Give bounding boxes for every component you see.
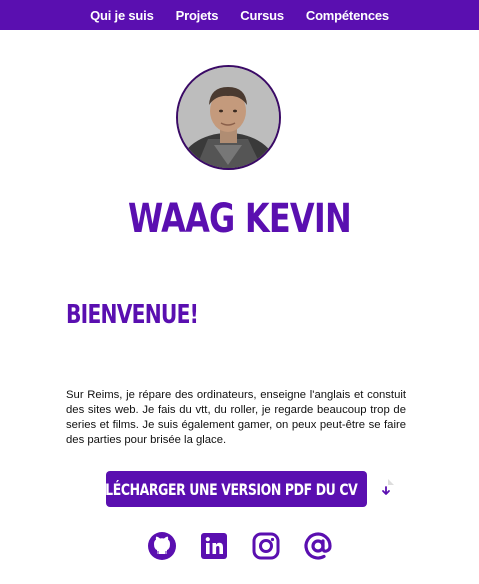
github-icon (147, 532, 176, 560)
file-download-icon (377, 479, 394, 499)
linkedin-link[interactable] (199, 531, 229, 561)
github-link[interactable] (147, 531, 177, 561)
avatar (176, 65, 281, 170)
instagram-icon (252, 532, 279, 560)
top-navbar: Qui je suis Projets Cursus Compétences (0, 0, 479, 30)
email-link[interactable] (303, 531, 333, 561)
linkedin-icon (200, 533, 227, 559)
nav-link-competences[interactable]: Compétences (306, 8, 389, 23)
nav-link-qui-je-suis[interactable]: Qui je suis (90, 8, 154, 23)
at-sign-icon (303, 532, 332, 560)
nav-link-projets[interactable]: Projets (176, 8, 219, 23)
social-links (0, 528, 479, 564)
profile-name: WAAG KEVIN (128, 196, 352, 242)
bio-text: Sur Reims, je répare des ordinateurs, en… (66, 389, 406, 446)
instagram-link[interactable] (251, 531, 281, 561)
download-cv-label: TÉLÉCHARGER UNE VERSION PDF DU CV (89, 479, 358, 499)
nav-link-cursus[interactable]: Cursus (240, 8, 284, 23)
welcome-heading: BIENVENUE! (66, 300, 199, 330)
profile-photo (178, 67, 279, 168)
download-cv-button[interactable]: TÉLÉCHARGER UNE VERSION PDF DU CV (89, 471, 394, 507)
